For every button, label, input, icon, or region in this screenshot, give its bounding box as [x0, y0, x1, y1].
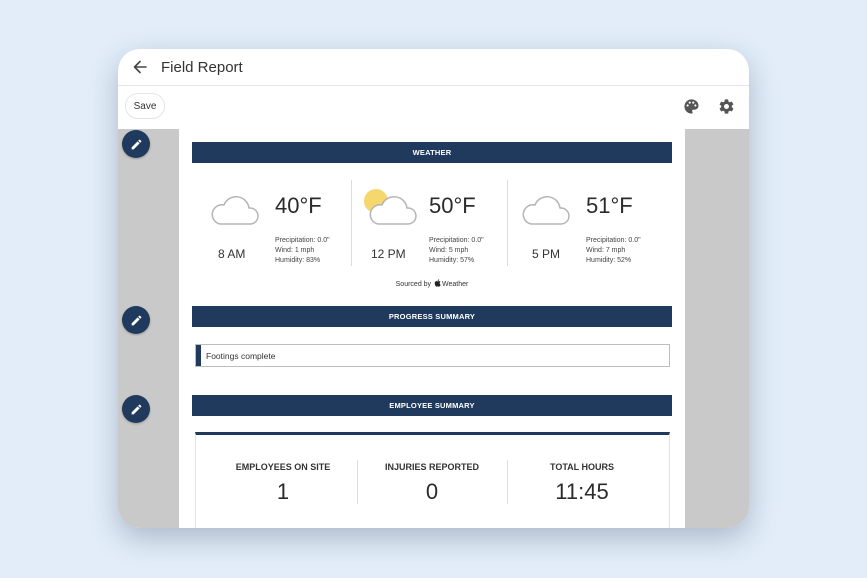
- apple-logo-icon: [434, 279, 441, 287]
- humidity-text: Humidity: 57%: [429, 257, 475, 264]
- stat-label: INJURIES REPORTED: [384, 462, 480, 472]
- arrow-left-icon: [133, 60, 147, 74]
- precipitation-text: Precipitation: 0.0": [586, 237, 641, 244]
- temperature: 40°F: [275, 193, 322, 218]
- weather-entry-12pm: 50°F 12 PM Precipitation: 0.0" Wind: 5 m…: [351, 179, 506, 265]
- toolbar: Save: [118, 87, 749, 129]
- stat-injuries-reported: INJURIES REPORTED 0: [357, 462, 507, 505]
- temperature: 51°F: [586, 193, 633, 218]
- cloud-icon: [522, 196, 570, 225]
- progress-summary-text: Footings complete: [206, 351, 276, 361]
- edit-weather-button[interactable]: [122, 130, 150, 158]
- weather-entry-8am: 40°F 8 AM Precipitation: 0.0" Wind: 1 mp…: [194, 179, 349, 265]
- time-label: 12 PM: [371, 247, 406, 261]
- weather-attribution: Sourced by Weather: [179, 279, 685, 288]
- pencil-icon: [131, 404, 141, 414]
- stat-value: 11:45: [555, 479, 609, 504]
- stat-employees-on-site: EMPLOYEES ON SITE 1: [208, 462, 358, 505]
- weather-details: Precipitation: 0.0" Wind: 7 mph Humidity…: [586, 236, 641, 266]
- gear-icon[interactable]: [718, 98, 735, 115]
- weather-details: Precipitation: 0.0" Wind: 5 mph Humidity…: [429, 236, 484, 266]
- edit-progress-button[interactable]: [122, 306, 150, 334]
- progress-section-header: PROGRESS SUMMARY: [192, 306, 672, 327]
- weather-section-header: WEATHER: [192, 142, 672, 163]
- edit-employee-button[interactable]: [122, 395, 150, 423]
- title-bar: Field Report: [118, 49, 749, 86]
- tablet-frame: Field Report Save WEATHER 40°F 8 AM Prec…: [118, 49, 749, 528]
- temperature: 50°F: [429, 193, 476, 218]
- cloud-icon: [211, 196, 259, 225]
- palette-icon[interactable]: [683, 98, 700, 115]
- precipitation-text: Precipitation: 0.0": [429, 237, 484, 244]
- employee-section-header: EMPLOYEE SUMMARY: [192, 395, 672, 416]
- time-label: 5 PM: [532, 247, 561, 261]
- partly-sunny-icon: [364, 189, 417, 225]
- stat-value: 0: [425, 479, 439, 504]
- wind-text: Wind: 7 mph: [586, 247, 626, 254]
- time-label: 8 AM: [218, 247, 246, 261]
- wind-text: Wind: 5 mph: [429, 247, 469, 254]
- wind-text: Wind: 1 mph: [275, 247, 315, 254]
- employee-summary-card: EMPLOYEES ON SITE 1 INJURIES REPORTED 0 …: [195, 432, 670, 528]
- precipitation-text: Precipitation: 0.0": [275, 237, 330, 244]
- stat-label: EMPLOYEES ON SITE: [235, 462, 331, 472]
- save-button[interactable]: Save: [125, 93, 165, 119]
- stat-label: TOTAL HOURS: [549, 462, 614, 472]
- report-canvas: WEATHER 40°F 8 AM Precipitation: 0.0" Wi…: [118, 129, 749, 528]
- weather-entry-5pm: 51°F 5 PM Precipitation: 0.0" Wind: 7 mp…: [507, 179, 662, 265]
- humidity-text: Humidity: 52%: [586, 257, 632, 264]
- progress-accent-bar: [196, 345, 201, 366]
- page-title: Field Report: [161, 58, 243, 76]
- report-page: WEATHER 40°F 8 AM Precipitation: 0.0" Wi…: [179, 129, 685, 528]
- back-button[interactable]: [120, 49, 160, 86]
- attribution-prefix: Sourced by: [395, 281, 432, 288]
- pencil-icon: [131, 315, 141, 325]
- attribution-brand: Weather: [442, 281, 469, 288]
- humidity-text: Humidity: 83%: [275, 257, 321, 264]
- weather-details: Precipitation: 0.0" Wind: 1 mph Humidity…: [275, 236, 330, 266]
- progress-summary-box: Footings complete: [195, 344, 670, 367]
- stat-value: 1: [276, 479, 290, 504]
- pencil-icon: [131, 139, 141, 149]
- stat-total-hours: TOTAL HOURS 11:45: [507, 462, 657, 505]
